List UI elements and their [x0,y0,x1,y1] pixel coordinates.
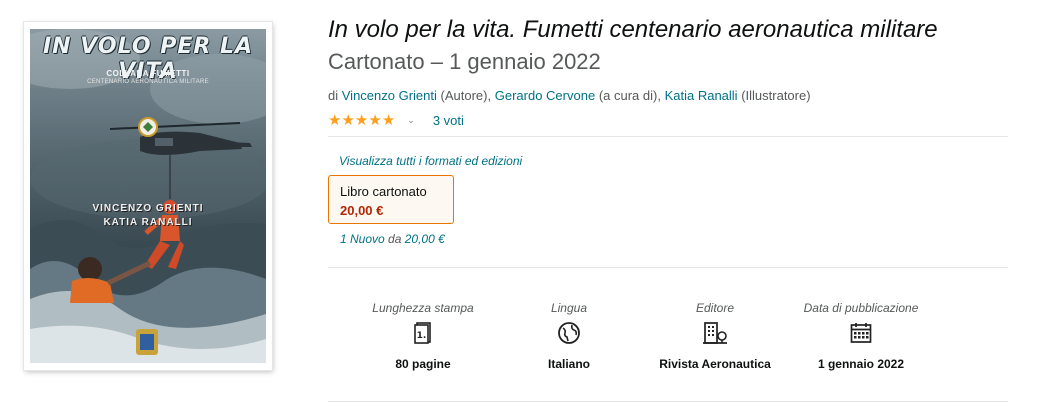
divider [328,267,1008,268]
new-offers: 1 Nuovo da 20,00 € [340,232,445,246]
product-image[interactable]: IN VOLO PER LA VITA COLLANA FUMETTI CENT… [24,22,272,370]
star-rating[interactable]: ★ ★ ★ ★ ★ [328,113,395,128]
star-icon: ★ [328,111,342,129]
star-icon: ★ [368,111,382,129]
format-option-hardcover[interactable]: Libro cartonato 20,00 € [328,175,454,224]
divider [328,136,1008,137]
spec-label: Lingua [550,301,588,315]
offers-price-link[interactable]: 20,00 € [405,232,445,246]
publisher-building-icon [650,320,780,346]
offers-from: da [388,232,402,246]
spec-value: 1 gennaio 2022 [817,357,905,371]
contributor-link-ranalli[interactable]: Katia Ranalli [665,88,738,103]
spec-language: Lingua Italiano [504,284,634,372]
spec-value: 80 pagine [395,357,451,371]
chevron-down-icon[interactable]: ⌄ [407,115,415,126]
divider [328,401,1008,402]
all-formats-link[interactable]: Visualizza tutti i formati ed edizioni [339,154,522,168]
cover-author: VINCENZO GRIENTI [92,203,204,214]
new-offers-link[interactable]: 1 Nuovo [340,232,385,246]
cover-illustrator: KATIA RANALLI [103,217,193,228]
page-count-icon: 1. [358,320,488,346]
binding-date: Cartonato – 1 gennaio 2022 [328,49,601,74]
book-cover: IN VOLO PER LA VITA COLLANA FUMETTI CENT… [30,29,266,363]
spec-publisher: Editore Rivista Aeronautica [650,284,780,372]
format-label: Libro cartonato [340,184,427,199]
cover-series: COLLANA FUMETTI [106,69,190,78]
spec-value: Rivista Aeronautica [659,357,771,371]
byline: di Vincenzo Grienti (Autore), Gerardo Ce… [328,88,811,103]
contributor-link-cervone[interactable]: Gerardo Cervone [495,88,595,103]
spec-print-length: Lunghezza stampa 1. 80 pagine [358,284,488,372]
format-price: 20,00 € [340,203,384,218]
product-title-block: In volo per la vita. Fumetti centenario … [328,14,1008,78]
globe-icon [504,320,634,346]
contributor-role: (a cura di), [598,88,661,103]
star-icon: ★ [341,111,355,129]
calendar-icon [796,320,926,346]
rating-row: ★ ★ ★ ★ ★ ⌄ 3 voti [328,110,464,130]
spec-label: Lunghezza stampa [372,301,474,315]
contributor-role: (Autore), [440,88,492,103]
spec-value: Italiano [547,357,590,371]
cover-subtitle: CENTENARIO AERONAUTICA MILITARE [87,79,209,85]
spec-publication-date: Data di pubblicazione 1 gennaio 2022 [796,284,926,372]
svg-text:1.: 1. [417,331,427,341]
product-title-text: In volo per la vita. Fumetti centenario … [328,16,938,43]
contributor-role: (Illustratore) [741,88,811,103]
contributor-link-grienti[interactable]: Vincenzo Grienti [342,88,437,103]
spec-label: Editore [695,301,735,315]
byline-prefix: di [328,88,339,103]
star-icon: ★ [381,111,396,129]
product-title: In volo per la vita. Fumetti centenario … [328,14,1008,78]
ratings-count-link[interactable]: 3 voti [433,113,464,128]
star-icon: ★ [354,111,369,129]
spec-label: Data di pubblicazione [803,301,919,315]
